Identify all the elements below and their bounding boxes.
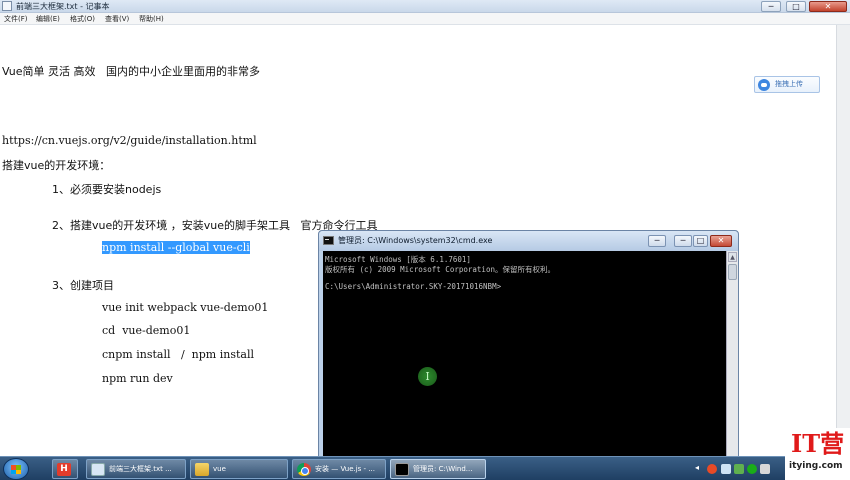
notepad-app-icon — [2, 1, 12, 11]
taskbar-notepad[interactable]: 前端三大框架.txt ... — [86, 459, 186, 479]
start-button[interactable] — [3, 458, 29, 480]
notepad-vertical-scrollbar[interactable] — [836, 25, 850, 456]
menu-edit[interactable]: 编辑(E) — [36, 13, 60, 25]
text-line-url: https://cn.vuejs.org/v2/guide/installati… — [2, 134, 257, 147]
cmd-icon — [395, 463, 409, 476]
system-tray: ◂ — [695, 460, 785, 478]
scroll-up-arrow-icon[interactable]: ▲ — [728, 252, 737, 262]
cmd-window: 管理员: C:\Windows\system32\cmd.exe ─ ─ □ ✕… — [318, 230, 739, 458]
taskbar: H 前端三大框架.txt ... vue 安装 — Vue.js - ... 管… — [0, 456, 850, 480]
cmd-app-icon — [323, 236, 334, 245]
text-line: 3、创建项目 — [52, 279, 114, 292]
menu-format[interactable]: 格式(O) — [70, 13, 95, 25]
sogou-input-icon[interactable] — [707, 464, 717, 474]
scroll-thumb[interactable] — [728, 264, 737, 280]
text-line: Vue简单 灵活 高效 国内的中小企业里面用的非常多 — [2, 65, 260, 78]
drag-upload-button[interactable]: 拖拽上传 — [754, 76, 820, 93]
logo-mark: IT营 — [791, 429, 845, 458]
cmd-title: 管理员: C:\Windows\system32\cmd.exe — [338, 236, 493, 245]
volume-icon[interactable] — [760, 464, 770, 474]
hbuilder-icon: H — [57, 463, 71, 476]
network-icon[interactable] — [721, 464, 731, 474]
cmd-vertical-scrollbar[interactable]: ▲ — [726, 251, 738, 457]
logo-url: itying.com — [789, 461, 843, 471]
taskbar-label: vue — [213, 465, 226, 473]
itying-logo: IT营 itying.com — [785, 428, 850, 480]
text-line: npm run dev — [102, 372, 173, 385]
text-line: 1、必须要安装nodejs — [52, 183, 162, 196]
taskbar-folder-vue[interactable]: vue — [190, 459, 288, 479]
notepad-title: 前端三大框架.txt - 记事本 — [16, 2, 110, 11]
mouse-cursor-highlight: I — [418, 367, 437, 386]
menu-help[interactable]: 帮助(H) — [139, 13, 164, 25]
text-line: 搭建vue的开发环境： — [2, 159, 111, 172]
text-cursor-icon: I — [425, 370, 430, 383]
wechat-icon[interactable] — [747, 464, 757, 474]
close-button[interactable]: ✕ — [809, 1, 847, 12]
cloud-upload-icon — [758, 79, 770, 91]
notepad-menubar: 文件(F) 编辑(E) 格式(O) 查看(V) 帮助(H) — [0, 13, 850, 25]
cmd-close-button[interactable]: ✕ — [710, 235, 732, 247]
text-line: cnpm install / npm install — [102, 348, 254, 361]
chrome-icon — [297, 463, 311, 476]
cmd-maximize-button[interactable]: □ — [693, 235, 708, 247]
cmd-minimize-button[interactable]: ─ — [648, 235, 666, 247]
text-line: cd vue-demo01 — [102, 324, 191, 337]
taskbar-hbuilder[interactable]: H — [52, 459, 78, 479]
selected-text: npm install --global vue-cli — [102, 241, 250, 254]
maximize-button[interactable]: □ — [786, 1, 806, 12]
upload-label: 拖拽上传 — [775, 80, 803, 88]
console-prompt: C:\Users\Administrator.SKY-20171016NBM> — [325, 282, 502, 291]
minimize-button[interactable]: ─ — [761, 1, 781, 12]
menu-file[interactable]: 文件(F) — [4, 13, 28, 25]
notepad-icon — [91, 463, 105, 476]
text-line: vue init webpack vue-demo01 — [102, 301, 269, 314]
taskbar-label: 前端三大框架.txt ... — [109, 465, 172, 473]
taskbar-label: 管理员: C:\Wind... — [413, 465, 473, 473]
show-hidden-icons-icon[interactable]: ◂ — [695, 463, 703, 473]
windows-logo-icon — [11, 465, 21, 474]
taskbar-cmd[interactable]: 管理员: C:\Wind... — [390, 459, 486, 479]
cmd-titlebar[interactable]: 管理员: C:\Windows\system32\cmd.exe ─ ─ □ ✕ — [319, 231, 738, 251]
taskbar-label: 安装 — Vue.js - ... — [315, 465, 375, 473]
menu-view[interactable]: 查看(V) — [105, 13, 129, 25]
cmd-console[interactable]: Microsoft Windows [版本 6.1.7601] 版权所有 (c)… — [323, 251, 726, 457]
console-line: 版权所有 (c) 2009 Microsoft Corporation。保留所有… — [325, 265, 555, 274]
notepad-titlebar[interactable]: 前端三大框架.txt - 记事本 ─ □ ✕ — [0, 0, 850, 13]
taskbar-chrome[interactable]: 安装 — Vue.js - ... — [292, 459, 386, 479]
security-shield-icon[interactable] — [734, 464, 744, 474]
folder-icon — [195, 463, 209, 476]
cmd-minimize-alt-button[interactable]: ─ — [674, 235, 692, 247]
